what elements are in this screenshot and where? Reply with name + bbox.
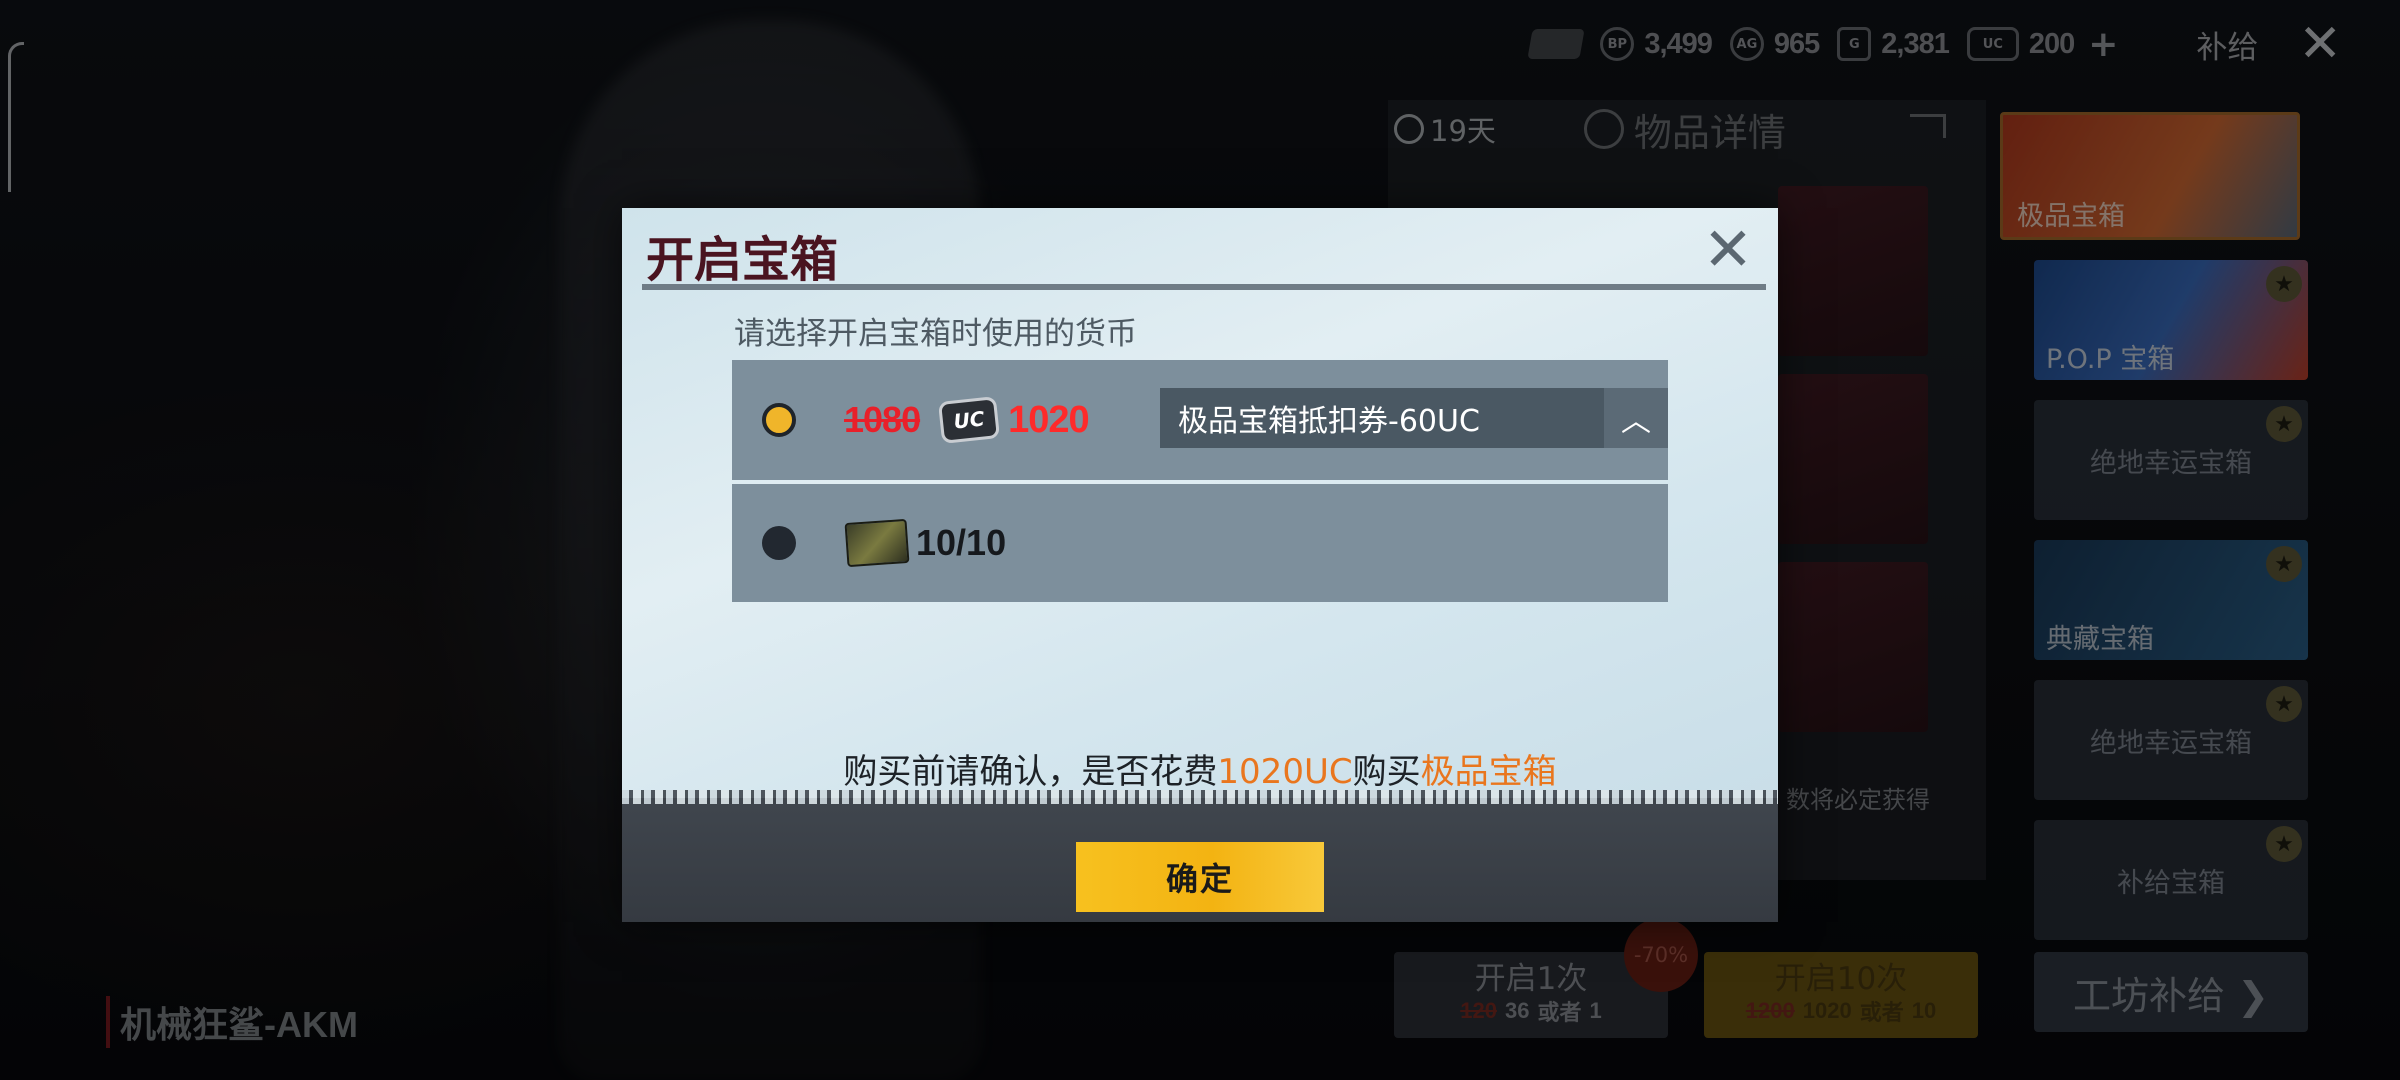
coupon-dropdown[interactable]: 极品宝箱抵扣券-60UC ︿ <box>1160 388 1668 448</box>
confirm-amount: 1020UC <box>1217 752 1353 792</box>
coupon-selected-value: 极品宝箱抵扣券-60UC <box>1178 404 1480 439</box>
discounted-price: 1020 <box>1008 398 1090 441</box>
confirm-item: 极品宝箱 <box>1420 752 1557 792</box>
dialog-title: 开启宝箱 <box>646 232 839 288</box>
torn-edge-decoration <box>622 790 1778 804</box>
dialog-footer: 确定 <box>622 798 1778 922</box>
radio-uc-selected[interactable] <box>762 403 796 437</box>
original-price: 1080 <box>844 399 921 440</box>
option-uc[interactable]: 1080 UC 1020 极品宝箱抵扣券-60UC ︿ <box>732 360 1668 480</box>
confirm-prefix: 购买前请确认，是否花费 <box>843 752 1218 792</box>
confirm-mid: 购买 <box>1352 752 1421 792</box>
ticket-count: 10/10 <box>916 522 1007 563</box>
confirm-button[interactable]: 确定 <box>1076 842 1324 912</box>
close-icon[interactable]: ✕ <box>1700 220 1756 280</box>
open-crate-dialog: 开启宝箱 ✕ 请选择开启宝箱时使用的货币 1080 UC 1020 极品宝箱抵扣… <box>622 208 1778 922</box>
radio-ticket[interactable] <box>762 526 796 560</box>
option-ticket[interactable]: 10/10 <box>732 484 1668 602</box>
purchase-confirmation-text: 购买前请确认，是否花费1020UC购买极品宝箱 <box>622 744 1778 793</box>
title-divider <box>642 284 1766 290</box>
uc-icon: UC <box>938 396 1001 444</box>
crate-ticket-icon <box>844 518 910 568</box>
chevron-up-icon[interactable]: ︿ <box>1604 388 1668 448</box>
currency-prompt: 请选择开启宝箱时使用的货币 <box>734 316 1137 352</box>
